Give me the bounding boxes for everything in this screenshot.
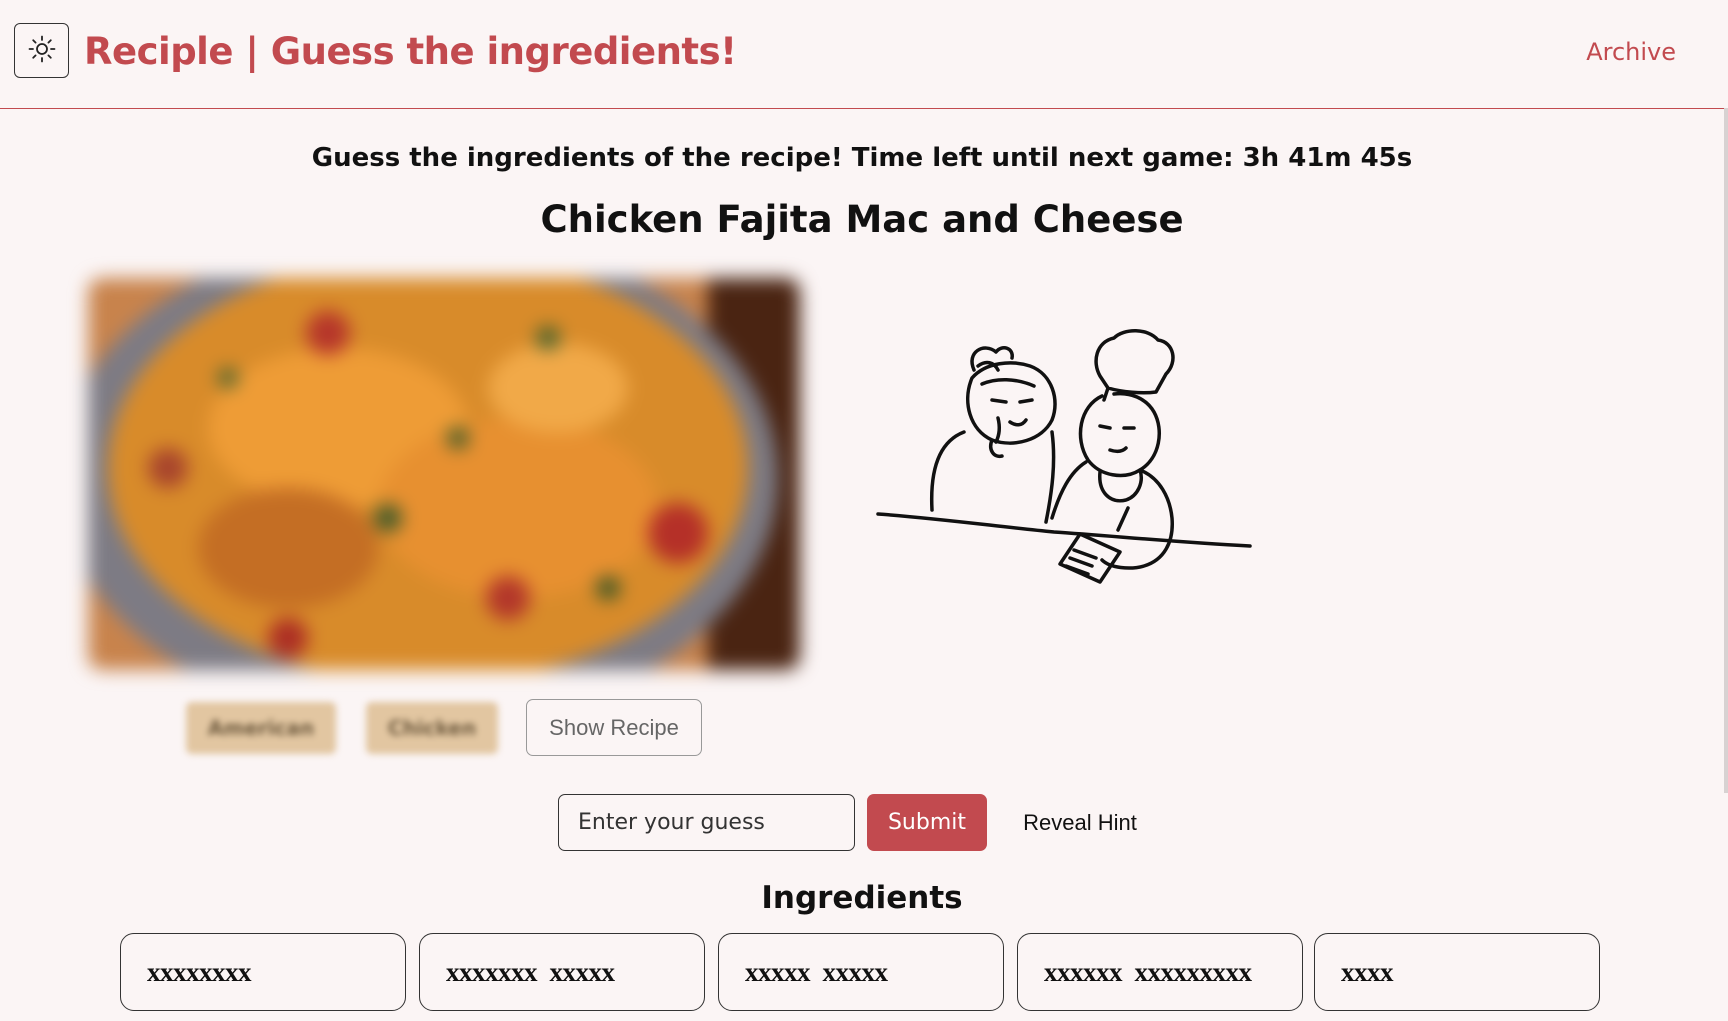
- sun-icon: [27, 34, 57, 67]
- submit-button[interactable]: Submit: [867, 794, 987, 851]
- recipe-photo: [88, 278, 800, 670]
- ingredients-list: xxxxxxxx xxxxxxx xxxxx xxxxx xxxxx xxxxx…: [120, 933, 1600, 1012]
- ingredients-heading: Ingredients: [761, 880, 963, 916]
- game-instructions: Guess the ingredients of the recipe! Tim…: [311, 143, 1413, 173]
- page-scrollbar[interactable]: [1724, 108, 1728, 793]
- ingredient-card: xxxxxx xxxxxxxxx: [1017, 933, 1303, 1011]
- page: Reciple | Guess the ingredients! Archive…: [0, 0, 1728, 1021]
- guess-input[interactable]: [558, 794, 855, 851]
- reveal-hint-button[interactable]: Reveal Hint: [1010, 794, 1150, 851]
- cuisine-tag: American: [186, 702, 336, 754]
- ingredient-card: xxxxx xxxxx: [718, 933, 1004, 1011]
- app-title: Reciple | Guess the ingredients!: [84, 30, 737, 73]
- category-tag: Chicken: [366, 702, 498, 754]
- ingredient-card: xxxxxxx xxxxx: [419, 933, 705, 1011]
- ingredient-card: xxxx: [1314, 933, 1600, 1011]
- ingredient-card: xxxxxxxx: [120, 933, 406, 1011]
- theme-toggle-button[interactable]: [14, 23, 69, 78]
- show-recipe-button[interactable]: Show Recipe: [526, 699, 702, 756]
- recipe-title: Chicken Fajita Mac and Cheese: [540, 198, 1184, 241]
- archive-link[interactable]: Archive: [1586, 38, 1676, 66]
- grandma-and-chef-illustration: [874, 322, 1254, 612]
- app-header: Reciple | Guess the ingredients! Archive: [0, 0, 1724, 109]
